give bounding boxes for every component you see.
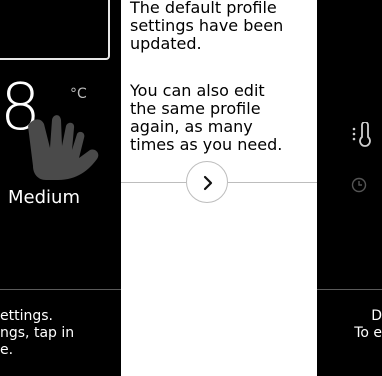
mode-label: Medium — [8, 187, 80, 208]
right-panel: D To e — [317, 0, 382, 376]
divider-right — [228, 182, 317, 183]
right-divider — [317, 289, 382, 290]
left-message: ettings. ngs, tap in e. — [0, 308, 75, 358]
center-panel: The default profile settings have been u… — [121, 0, 317, 376]
profile-updated-box: updated — [0, 0, 110, 60]
divider-left — [121, 182, 186, 183]
next-button[interactable] — [186, 161, 228, 203]
thermometer-icon — [352, 122, 371, 147]
right-message: D To e — [354, 308, 382, 341]
chevron-right-icon — [203, 175, 213, 191]
timer-icon — [351, 177, 367, 193]
left-divider — [0, 289, 121, 290]
left-panel: updated 8 °C Medium ettings. ngs, tap in… — [0, 0, 121, 376]
temperature-unit: °C — [70, 86, 87, 102]
hand-tap-icon — [28, 115, 99, 180]
profile-updated-message: The default profile settings have been u… — [130, 0, 284, 53]
edit-again-message: You can also edit the same profile again… — [130, 81, 283, 154]
profile-updated-label: updated — [0, 0, 68, 1]
